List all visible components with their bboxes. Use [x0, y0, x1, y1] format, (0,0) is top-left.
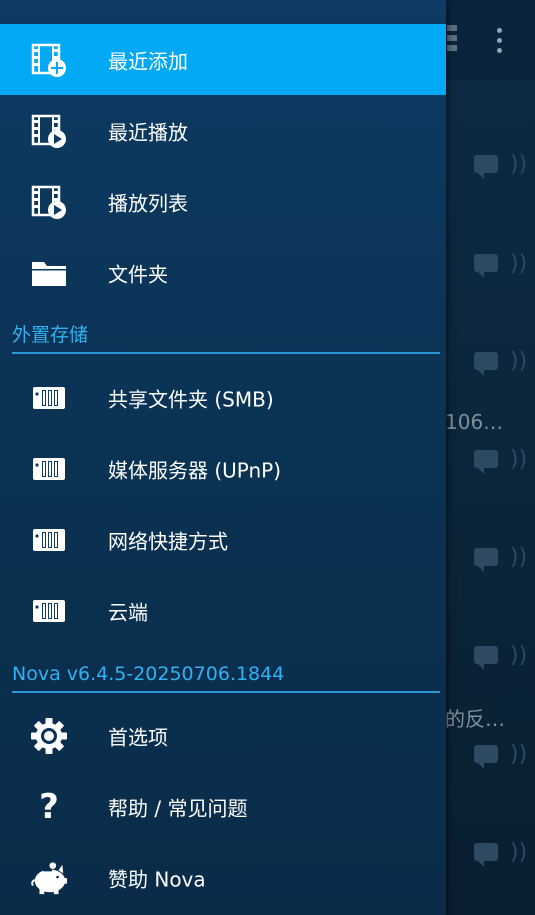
rss-icon: )) — [510, 643, 528, 668]
background-row-icons: )) — [474, 743, 534, 773]
rss-icon: )) — [510, 251, 528, 276]
nav-item-recently-played[interactable]: 最近播放 — [0, 95, 446, 166]
rss-icon: )) — [510, 349, 528, 374]
section-header-external-storage: 外置存储 — [12, 320, 440, 354]
film-play-icon — [30, 183, 68, 221]
background-row-icons: )) — [474, 546, 534, 576]
more-options-icon[interactable] — [497, 28, 505, 56]
navigation-drawer: 最近添加 最近播放 播放列表 文件夹 外置存储 共享文件夹 (SMB) 媒体服务… — [0, 0, 446, 915]
nav-item-recently-added[interactable]: 最近添加 — [0, 24, 446, 95]
nav-item-folders[interactable]: 文件夹 — [0, 237, 446, 308]
chat-icon — [474, 254, 498, 278]
background-row-icons: )) — [474, 350, 534, 380]
background-row-icons: )) — [474, 153, 534, 183]
film-play-icon — [30, 112, 68, 150]
gear-icon — [30, 717, 68, 755]
nas-icon — [30, 450, 68, 488]
nav-item-smb[interactable]: 共享文件夹 (SMB) — [0, 362, 446, 433]
nav-item-cloud[interactable]: 云端 — [0, 575, 446, 646]
chat-icon — [474, 843, 498, 867]
chat-icon — [474, 646, 498, 670]
nav-item-label: 播放列表 — [108, 191, 188, 215]
nav-item-label: 文件夹 — [108, 262, 168, 286]
piggy-bank-icon — [30, 859, 68, 897]
chat-icon — [474, 352, 498, 376]
rss-icon: )) — [510, 447, 528, 472]
rss-icon: )) — [510, 742, 528, 767]
background-row-icons: )) — [474, 644, 534, 674]
nav-item-help[interactable]: ? 帮助 / 常见问题 — [0, 771, 446, 842]
film-add-icon — [30, 41, 68, 79]
nas-icon — [30, 379, 68, 417]
nav-item-network-shortcuts[interactable]: 网络快捷方式 — [0, 504, 446, 575]
nav-item-donate[interactable]: 赞助 Nova — [0, 842, 446, 913]
nav-item-label: 帮助 / 常见问题 — [108, 796, 248, 820]
background-row-icons: )) — [474, 448, 534, 478]
nav-item-label: 媒体服务器 (UPnP) — [108, 458, 282, 482]
nav-item-label: 最近播放 — [108, 120, 188, 144]
background-row-icons: )) — [474, 252, 534, 282]
chat-icon — [474, 155, 498, 179]
folder-icon — [30, 254, 68, 292]
chat-icon — [474, 745, 498, 769]
question-icon: ? — [39, 786, 59, 827]
nas-icon — [30, 592, 68, 630]
nav-item-label: 云端 — [108, 600, 148, 624]
nav-item-preferences[interactable]: 首选项 — [0, 700, 446, 771]
background-text-snippet: 的反… — [445, 707, 505, 731]
nav-item-upnp[interactable]: 媒体服务器 (UPnP) — [0, 433, 446, 504]
rss-icon: )) — [510, 840, 528, 865]
view-mode-icon[interactable] — [447, 25, 459, 57]
nav-item-label: 赞助 Nova — [108, 867, 206, 891]
nav-item-label: 最近添加 — [108, 49, 188, 73]
background-row-icons: )) — [474, 841, 534, 871]
nav-item-playlists[interactable]: 播放列表 — [0, 166, 446, 237]
background-text-snippet: 106… — [445, 410, 504, 434]
nav-item-label: 首选项 — [108, 725, 168, 749]
rss-icon: )) — [510, 152, 528, 177]
nav-item-label: 网络快捷方式 — [108, 529, 228, 553]
nas-icon — [30, 521, 68, 559]
chat-icon — [474, 450, 498, 474]
rss-icon: )) — [510, 545, 528, 570]
nav-item-label: 共享文件夹 (SMB) — [108, 387, 274, 411]
section-header-version: Nova v6.4.5-20250706.1844 — [12, 659, 440, 693]
film-icon — [30, 0, 64, 4]
chat-icon — [474, 548, 498, 572]
